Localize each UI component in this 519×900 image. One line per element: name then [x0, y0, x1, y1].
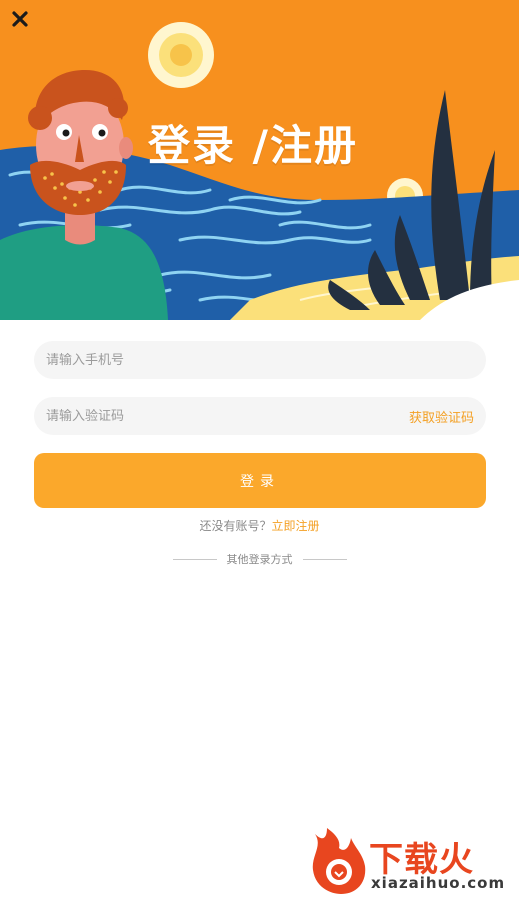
phone-field[interactable]: [34, 341, 486, 379]
register-prompt: 还没有账号？立即注册: [0, 517, 519, 534]
get-code-button[interactable]: 获取验证码: [409, 407, 474, 426]
phone-input[interactable]: [46, 352, 474, 368]
page-title: 登录 /注册: [148, 121, 358, 170]
verification-code-input[interactable]: [46, 408, 409, 424]
close-icon: [12, 11, 28, 27]
watermark-url: xiazaihuo.com: [371, 874, 506, 892]
close-button[interactable]: [10, 9, 30, 29]
divider-right: [302, 558, 347, 560]
register-prompt-text: 还没有账号？: [199, 519, 272, 533]
verification-code-field[interactable]: 获取验证码: [34, 397, 486, 435]
divider-left: [172, 558, 217, 560]
register-link[interactable]: 立即注册: [272, 519, 320, 533]
login-button[interactable]: 登录: [34, 453, 486, 508]
other-login-divider: 其他登录方式: [0, 551, 519, 567]
hero-banner: 登录 /注册: [0, 0, 519, 320]
watermark: 下载火 xiazaihuo.com: [305, 826, 515, 896]
flame-logo-icon: [312, 828, 366, 894]
other-login-label: 其他登录方式: [226, 553, 293, 566]
